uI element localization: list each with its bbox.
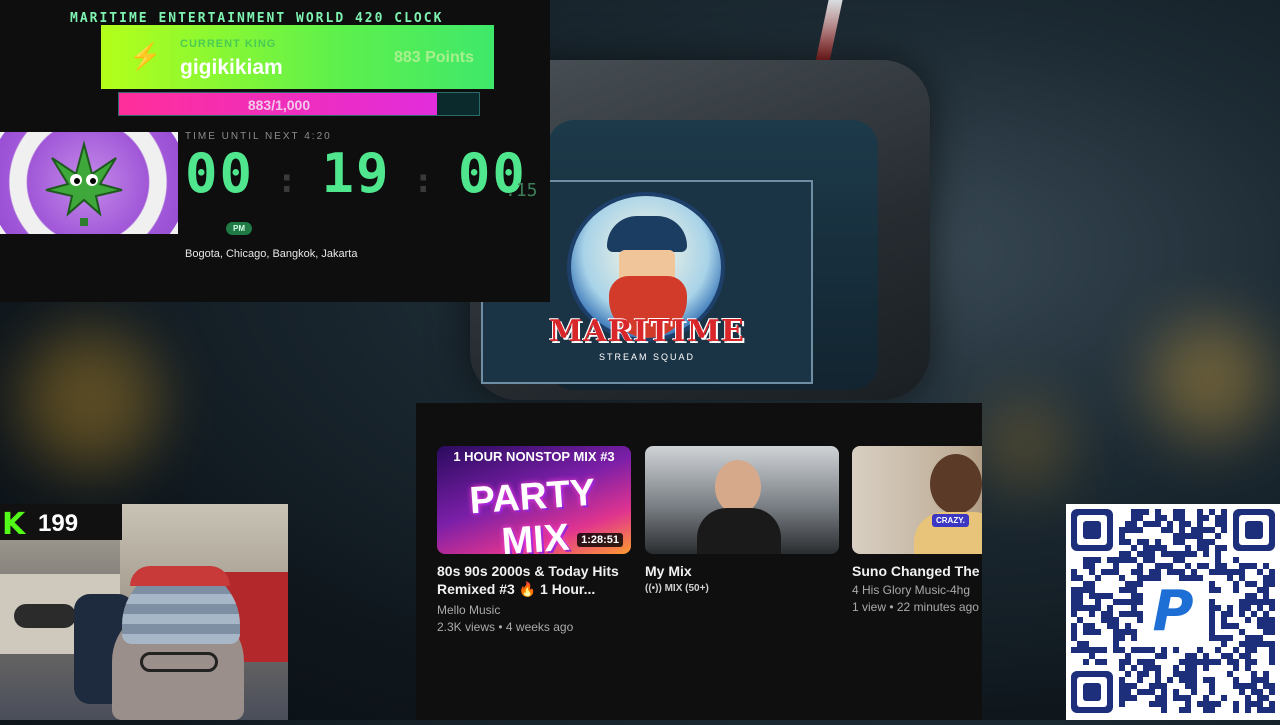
video-title[interactable]: Remixed #3 🔥 1 Hour... [437, 580, 631, 598]
king-points: 883 Points [393, 49, 474, 66]
countdown-label: TIME UNTIL NEXT 4:20 [185, 131, 332, 142]
separator: : [390, 161, 458, 201]
thumbnail-tag: CRAZY. [932, 514, 969, 527]
video-stats: 1 view • 22 minutes ago [852, 600, 979, 614]
thumbnail-heading: 1 HOUR NONSTOP MIX #3 [453, 449, 615, 464]
lightning-icon: ⚡ [129, 41, 162, 71]
clock-panel: MARITIME ENTERTAINMENT WORLD 420 CLOCK ⚡… [0, 0, 550, 302]
weed-mascot-image [0, 132, 178, 234]
bokeh-light [980, 400, 1070, 490]
countdown-minutes: 19 [321, 142, 391, 205]
current-king-box: ⚡ CURRENT KING gigikikiam 883 Points [101, 25, 494, 89]
video-stats: 2.3K views • 4 weeks ago [437, 620, 574, 634]
paypal-qr-code[interactable]: P [1066, 504, 1280, 720]
person-body [697, 508, 781, 554]
viewer-count: 199 [38, 510, 79, 537]
logo-title: MARITIME [549, 314, 745, 349]
meridiem-badge: PM [226, 222, 252, 235]
beanie-band [130, 566, 230, 586]
video-card-suno[interactable]: CRAZY. Suno Changed The G 4 His Glory Mu… [852, 446, 982, 616]
countdown-hours: 00 [185, 142, 255, 205]
video-recommendations: 1 HOUR NONSTOP MIX #3 PARTY MIX 1:28:51 … [416, 403, 982, 720]
cannabis-leaf-icon [45, 140, 123, 226]
clock-title: MARITIME ENTERTAINMENT WORLD 420 CLOCK [70, 11, 444, 26]
progress-text: 883/1,000 [247, 97, 311, 113]
city-list: Bogota, Chicago, Bangkok, Jakarta [185, 248, 358, 260]
streamer-glasses [140, 652, 218, 672]
video-title[interactable]: My Mix [645, 562, 839, 580]
video-card-party-mix[interactable]: 1 HOUR NONSTOP MIX #3 PARTY MIX 1:28:51 … [437, 446, 631, 636]
countdown-timer: 00 : 19 : 00 [185, 142, 527, 205]
video-duration: 1:28:51 [577, 533, 623, 547]
person-silhouette [715, 460, 761, 514]
kick-viewer-badge: K 199 [0, 504, 122, 542]
separator: : [254, 161, 322, 201]
video-title[interactable]: 80s 90s 2000s & Today Hits [437, 562, 631, 580]
cat [14, 604, 76, 628]
paypal-icon: P [1152, 579, 1193, 644]
channel-name[interactable]: 4 His Glory Music-4hg [852, 582, 982, 599]
video-title[interactable]: Suno Changed The G [852, 562, 982, 580]
video-thumbnail[interactable] [645, 446, 839, 554]
captain-hat [607, 216, 687, 252]
person-head [930, 454, 982, 514]
video-thumbnail[interactable]: CRAZY. [852, 446, 982, 554]
qr-pattern: P [1071, 509, 1275, 713]
king-label: CURRENT KING [180, 38, 277, 50]
video-card-my-mix[interactable]: My Mix ((•)) MIX (50+) [645, 446, 839, 597]
countdown-fraction: .15 [505, 180, 538, 201]
logo-subtitle: STREAM SQUAD [598, 352, 695, 362]
channel-name[interactable]: Mello Music [437, 602, 631, 619]
bokeh-light [20, 330, 160, 470]
king-name: gigikikiam [180, 56, 283, 79]
kick-icon: K [2, 507, 26, 542]
points-progress-bar: 883/1,000 [118, 92, 480, 116]
bokeh-light [1150, 320, 1270, 440]
video-thumbnail[interactable]: 1 HOUR NONSTOP MIX #3 PARTY MIX 1:28:51 [437, 446, 631, 554]
tv-antenna [815, 0, 843, 62]
mix-label: ((•)) MIX (50+) [645, 583, 709, 594]
